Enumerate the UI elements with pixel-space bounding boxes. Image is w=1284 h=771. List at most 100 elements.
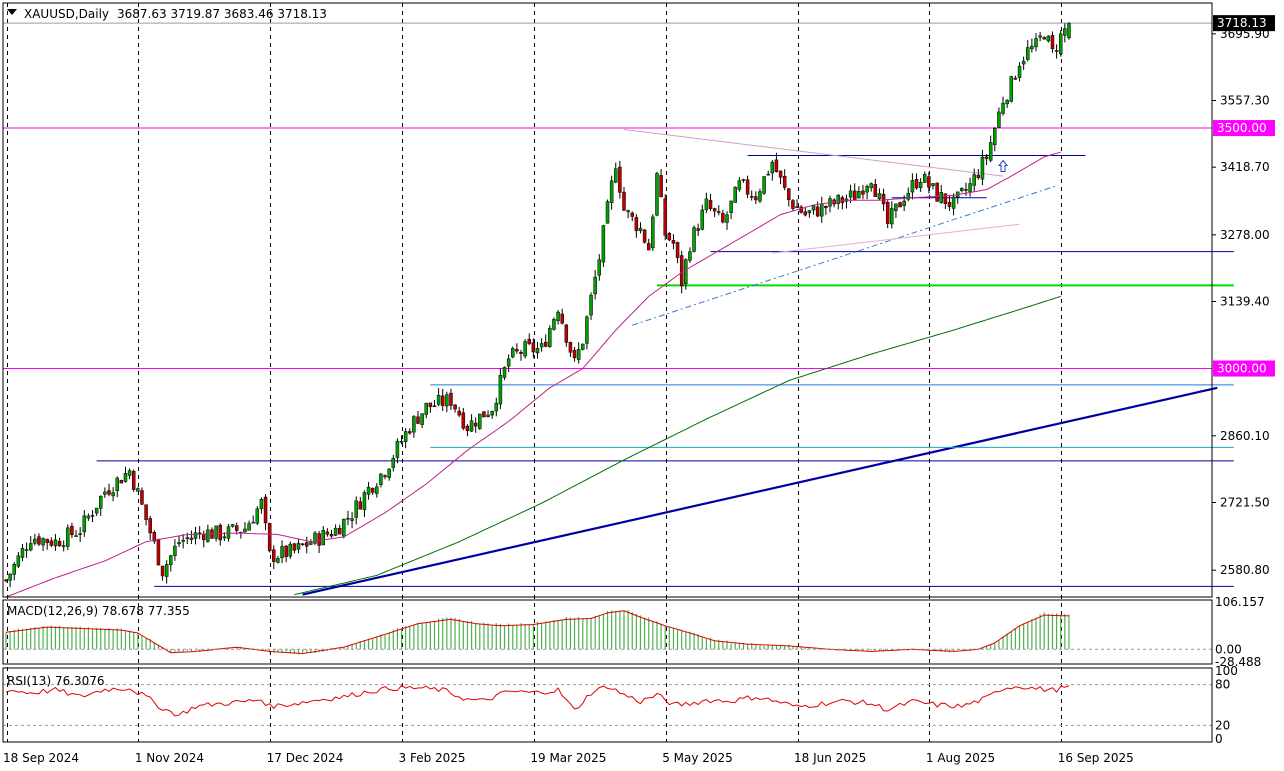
candle-body bbox=[379, 473, 383, 485]
candle-body bbox=[741, 179, 746, 181]
candle-body bbox=[778, 170, 783, 178]
candle-body bbox=[169, 555, 173, 566]
candle-body bbox=[61, 545, 66, 547]
candle-body bbox=[787, 188, 791, 201]
candle-body bbox=[78, 533, 82, 535]
price-tick-label: 3278.00 bbox=[1220, 228, 1270, 242]
candle-body bbox=[267, 523, 272, 552]
candle-body bbox=[576, 349, 581, 360]
candle-body bbox=[4, 579, 8, 582]
candle-body bbox=[811, 205, 816, 211]
date-tick-label: 1 Aug 2025 bbox=[926, 751, 995, 765]
candle-body bbox=[568, 342, 573, 353]
candle-body bbox=[478, 413, 482, 429]
candle-body bbox=[131, 471, 136, 490]
candle-body bbox=[346, 517, 350, 520]
candle-body bbox=[581, 343, 585, 350]
candle-body bbox=[968, 183, 972, 192]
candle-body bbox=[721, 213, 725, 223]
candle-body bbox=[57, 540, 62, 547]
price-tick-label: 2860.10 bbox=[1220, 429, 1270, 443]
panel-frame bbox=[2, 667, 1213, 743]
candle-body bbox=[646, 243, 651, 251]
candle-body bbox=[1034, 38, 1038, 48]
candle-body bbox=[634, 217, 639, 232]
candle-body bbox=[898, 202, 902, 208]
candle-body bbox=[173, 545, 177, 556]
candle-body bbox=[572, 349, 577, 359]
candle-body bbox=[597, 259, 602, 276]
candle-body bbox=[704, 198, 709, 211]
candle-body bbox=[614, 168, 618, 183]
candle-body bbox=[519, 352, 523, 354]
candle-body bbox=[37, 536, 41, 545]
candle-body bbox=[387, 468, 391, 478]
candle-body bbox=[688, 251, 692, 261]
candle-body bbox=[412, 416, 416, 433]
date-tick-label: 1 Nov 2024 bbox=[135, 751, 204, 765]
candle-body bbox=[605, 201, 610, 224]
candle-body bbox=[449, 392, 453, 406]
rsi-tick-label: 80 bbox=[1215, 678, 1230, 692]
candle-body bbox=[1026, 47, 1030, 60]
current-price-label: 3718.13 bbox=[1217, 16, 1267, 30]
menu-triangle-icon[interactable] bbox=[7, 9, 17, 15]
macd-label: MACD(12,26,9) 78.678 77.355 bbox=[7, 604, 190, 618]
candle-body bbox=[1030, 45, 1034, 50]
candle-body bbox=[638, 227, 643, 232]
candle-body bbox=[263, 496, 268, 524]
symbol-label: XAUUSD,Daily bbox=[24, 7, 109, 21]
candle-body bbox=[432, 405, 437, 408]
candle-body bbox=[931, 183, 935, 186]
candle-body bbox=[193, 532, 198, 539]
candle-body bbox=[8, 573, 12, 581]
price-tick-label: 3557.30 bbox=[1220, 93, 1270, 107]
candle-body bbox=[803, 211, 808, 216]
candle-body bbox=[651, 216, 655, 249]
candle-body bbox=[218, 524, 222, 541]
candle-body bbox=[737, 180, 742, 190]
rsi-line bbox=[5, 684, 1070, 717]
candle-body bbox=[354, 500, 358, 518]
candle-body bbox=[766, 173, 770, 176]
candle-body bbox=[758, 191, 762, 202]
candle-body bbox=[1013, 77, 1018, 80]
candle-body bbox=[473, 422, 478, 427]
candle-body bbox=[964, 189, 968, 191]
candle-body bbox=[16, 555, 21, 567]
candle-body bbox=[33, 538, 37, 544]
candle-body bbox=[309, 542, 313, 545]
candle-body bbox=[445, 394, 449, 407]
candle-body bbox=[791, 200, 795, 209]
candle-body bbox=[82, 515, 87, 533]
candle-body bbox=[997, 111, 1001, 128]
candle-body bbox=[305, 542, 309, 547]
candle-body bbox=[564, 324, 569, 343]
price-chart[interactable]: 18 Sep 2024 1 Nov 2024 17 Dec 2024 3 Feb 20… bbox=[0, 0, 1284, 771]
candle-body bbox=[947, 202, 952, 207]
candle-body bbox=[795, 206, 799, 208]
date-tick-label: 16 Sep 2025 bbox=[1058, 751, 1134, 765]
candle-body bbox=[103, 491, 107, 495]
candle-body bbox=[700, 209, 705, 230]
candle-body bbox=[659, 175, 663, 198]
candle-body bbox=[189, 537, 194, 540]
candle-body bbox=[185, 537, 190, 539]
candle-body bbox=[45, 538, 49, 543]
candle-body bbox=[136, 488, 140, 492]
candle-body bbox=[593, 276, 597, 295]
trendline bbox=[302, 386, 1218, 596]
candle-body bbox=[684, 259, 688, 285]
price-tick-label: 3418.70 bbox=[1220, 160, 1270, 174]
candle-body bbox=[490, 411, 494, 416]
candle-body bbox=[712, 208, 717, 212]
candle-body bbox=[527, 338, 531, 344]
candle-body bbox=[717, 211, 721, 213]
candle-body bbox=[585, 316, 589, 344]
candle-body bbox=[148, 518, 152, 534]
candle-body bbox=[111, 492, 115, 497]
candle-body bbox=[667, 232, 672, 241]
candle-body bbox=[708, 200, 713, 209]
candle-body bbox=[626, 210, 630, 213]
candle-body bbox=[910, 180, 915, 193]
